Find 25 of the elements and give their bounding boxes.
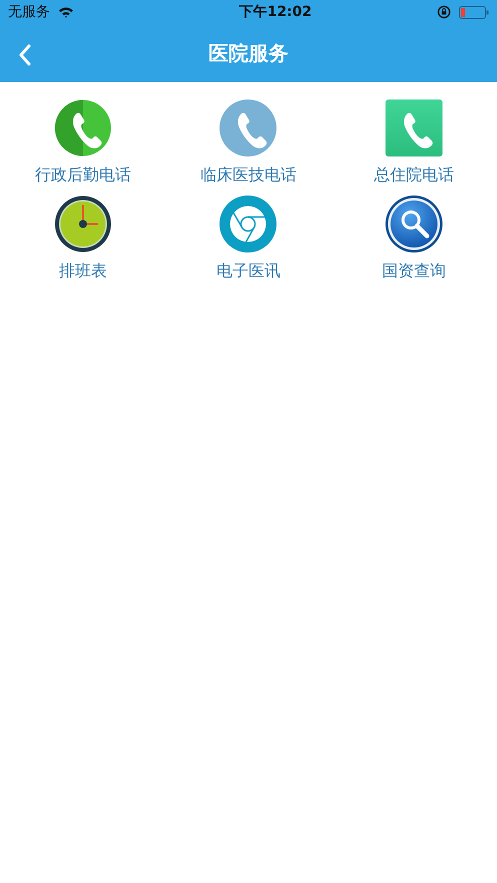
wifi-icon: [58, 6, 74, 18]
browser-icon: [219, 195, 278, 253]
phone-icon: [219, 99, 278, 157]
service-tile[interactable]: 排班表: [54, 195, 112, 283]
page-title: 医院服务: [208, 40, 288, 67]
back-chevron-icon: [18, 44, 32, 66]
clock-icon: [54, 195, 112, 253]
status-time: 下午12:02: [239, 2, 312, 22]
service-label: 电子医讯: [216, 260, 280, 282]
service-tile[interactable]: 行政后勤电话: [34, 99, 131, 187]
service-tile[interactable]: 国资查询: [382, 195, 446, 283]
service-tile[interactable]: 电子医讯: [216, 195, 280, 283]
service-label: 国资查询: [382, 260, 446, 282]
service-label: 行政后勤电话: [34, 164, 131, 186]
service-tile[interactable]: 临床医技电话: [200, 99, 296, 187]
rotation-lock-icon: [436, 5, 451, 19]
service-label: 排班表: [58, 260, 107, 282]
service-label: 临床医技电话: [200, 164, 296, 186]
battery-icon: [458, 6, 489, 18]
service-label: 总住院电话: [374, 164, 454, 186]
service-tile[interactable]: 总住院电话: [374, 99, 454, 187]
carrier-label: 无服务: [8, 2, 50, 22]
phone-icon: [385, 99, 444, 157]
phone-icon: [54, 99, 112, 157]
search-icon: [385, 195, 444, 253]
